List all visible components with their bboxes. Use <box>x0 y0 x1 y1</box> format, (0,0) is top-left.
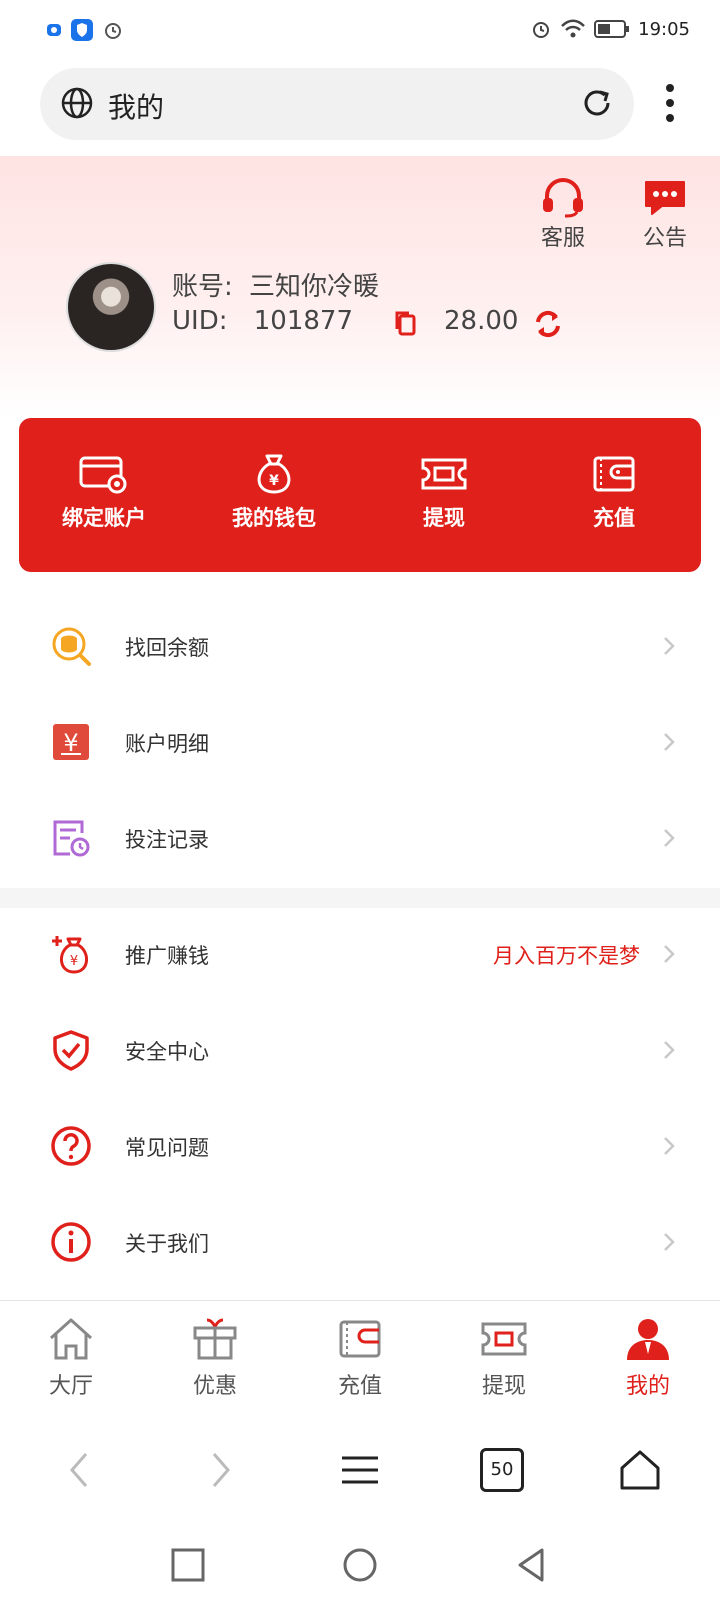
info-icon <box>51 1222 91 1262</box>
card-settings-icon <box>79 456 127 494</box>
status-time: 19:05 <box>638 18 690 40</box>
page-title: 我的 <box>108 91 165 124</box>
list-item-account-details[interactable]: ¥ 账户明细 <box>0 694 720 790</box>
tab-label: 大厅 <box>48 1374 93 1399</box>
status-left-icons <box>46 18 124 42</box>
back-triangle-icon[interactable] <box>502 1540 562 1590</box>
alarm-icon <box>105 23 121 39</box>
uid-value: 101877 <box>253 306 354 336</box>
recharge-button[interactable]: 充值 <box>539 452 689 532</box>
status-bar: 19:05 <box>0 0 720 60</box>
headset-icon <box>543 178 583 218</box>
list-item-label: 推广赚钱 <box>125 944 209 968</box>
status-right-icons: 19:05 <box>530 18 690 40</box>
wallet-icon <box>339 1320 381 1358</box>
wifi-icon <box>561 19 586 38</box>
list-item-bet-records[interactable]: 投注记录 <box>0 790 720 886</box>
ticket-icon <box>421 458 467 490</box>
account-line: 账号: 三知你冷暖 <box>172 266 379 303</box>
recents-icon[interactable] <box>158 1540 218 1590</box>
gift-icon <box>193 1318 237 1360</box>
menu-icon[interactable] <box>330 1440 390 1500</box>
section-divider <box>0 888 720 908</box>
shield-app-icon <box>71 19 93 41</box>
list-item-recover-balance[interactable]: 找回余额 <box>0 598 720 694</box>
account-name: 三知你冷暖 <box>249 272 380 302</box>
account-label: 账号: <box>172 272 233 302</box>
my-wallet-button[interactable]: ¥ 我的钱包 <box>199 452 349 532</box>
list-item-label: 投注记录 <box>125 828 209 852</box>
back-icon[interactable] <box>50 1440 110 1500</box>
chevron-right-icon <box>664 733 675 751</box>
bind-account-button[interactable]: 绑定账户 <box>29 452 179 532</box>
coin-search-icon <box>52 627 91 666</box>
forward-icon[interactable] <box>190 1440 250 1500</box>
svg-text:¥: ¥ <box>269 473 279 489</box>
tab-count-button[interactable]: 50 <box>480 1448 524 1492</box>
home-icon[interactable] <box>610 1440 670 1500</box>
promo-slogan: 月入百万不是梦 <box>493 944 640 968</box>
tab-withdraw[interactable]: 提现 <box>449 1316 559 1400</box>
globe-icon <box>61 87 93 119</box>
message-icon <box>645 181 685 215</box>
chevron-right-icon <box>664 637 675 655</box>
home-circle-icon[interactable] <box>330 1540 390 1590</box>
uid-label: UID: <box>172 306 228 336</box>
tab-label: 我的 <box>625 1374 670 1399</box>
list-item-label: 账户明细 <box>125 732 209 756</box>
tab-mine[interactable]: 我的 <box>593 1316 703 1400</box>
tab-label: 优惠 <box>192 1374 237 1399</box>
list-item-label: 常见问题 <box>125 1136 209 1160</box>
tab-label: 提现 <box>481 1374 526 1399</box>
announcement-label: 公告 <box>642 226 687 251</box>
chevron-right-icon <box>664 1233 675 1251</box>
reload-icon[interactable] <box>580 86 614 120</box>
quick-action-label: 绑定账户 <box>62 506 146 530</box>
ticket-icon <box>481 1322 527 1356</box>
bet-record-icon <box>53 820 90 857</box>
copy-icon[interactable] <box>394 310 416 336</box>
tab-promotions[interactable]: 优惠 <box>160 1316 270 1400</box>
quick-action-label: 我的钱包 <box>232 506 316 530</box>
chevron-right-icon <box>664 829 675 847</box>
list-item-label: 关于我们 <box>125 1232 209 1256</box>
shield-check-icon <box>53 1030 89 1071</box>
quick-action-label: 充值 <box>593 506 635 530</box>
list-item-label: 找回余额 <box>125 636 209 660</box>
home-icon <box>49 1318 93 1360</box>
user-icon <box>627 1319 669 1360</box>
uid-line: UID: 101877 <box>172 306 353 336</box>
search-app-icon <box>47 24 61 36</box>
customer-service-button[interactable]: 客服 <box>528 178 598 252</box>
alarm-icon <box>533 22 550 38</box>
customer-service-label: 客服 <box>540 226 585 251</box>
money-bag-icon: ¥ <box>257 454 291 494</box>
announcement-button[interactable]: 公告 <box>630 178 700 252</box>
wallet-icon <box>593 456 635 492</box>
battery-icon <box>594 20 630 38</box>
chevron-right-icon <box>664 945 675 963</box>
list-item-label: 安全中心 <box>125 1040 209 1064</box>
chevron-right-icon <box>664 1041 675 1059</box>
chevron-right-icon <box>664 1137 675 1155</box>
withdraw-button[interactable]: 提现 <box>369 452 519 532</box>
more-menu-icon[interactable] <box>660 80 680 126</box>
tab-lobby[interactable]: 大厅 <box>16 1316 126 1400</box>
avatar[interactable] <box>66 262 156 352</box>
promo-bag-icon: ¥ <box>52 936 88 974</box>
quick-action-label: 提现 <box>423 506 465 530</box>
svg-text:¥: ¥ <box>63 729 78 757</box>
list-item-promote-earn[interactable]: ¥ 推广赚钱 月入百万不是梦 <box>0 906 720 1002</box>
refresh-balance-icon[interactable] <box>534 310 562 338</box>
list-item-security-center[interactable]: 安全中心 <box>0 1002 720 1098</box>
yuan-doc-icon: ¥ <box>53 724 89 760</box>
list-item-faq[interactable]: 常见问题 <box>0 1098 720 1194</box>
tab-label: 充值 <box>337 1374 382 1399</box>
question-icon <box>51 1126 91 1166</box>
list-item-about-us[interactable]: 关于我们 <box>0 1194 720 1290</box>
balance-value: 28.00 <box>444 306 519 336</box>
svg-text:¥: ¥ <box>70 954 78 969</box>
tab-recharge[interactable]: 充值 <box>305 1316 415 1400</box>
